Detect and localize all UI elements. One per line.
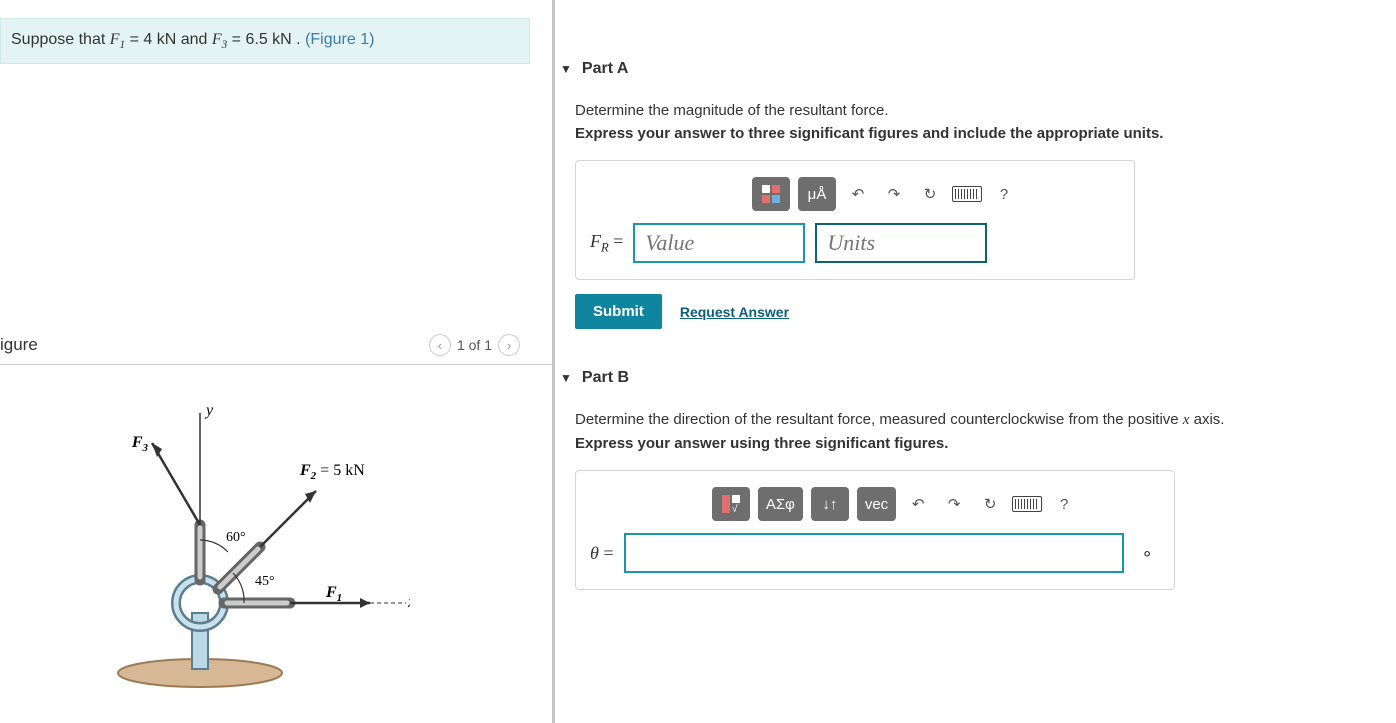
part-a-toolbar: μÅ ↶ ↷ ↻ ? — [650, 177, 1120, 211]
angle-45: 45° — [255, 574, 275, 589]
svg-text:√: √ — [732, 503, 738, 515]
figure-header: igure ‹ 1 of 1 › — [0, 334, 552, 365]
f2-label: F — [299, 462, 311, 479]
part-a-instruction: Determine the magnitude of the resultant… — [575, 102, 1386, 119]
redo-icon[interactable]: ↷ — [880, 177, 908, 211]
var-f1: F1 — [110, 31, 125, 48]
help-icon[interactable]: ? — [990, 177, 1018, 211]
vec-button[interactable]: vec — [857, 487, 896, 521]
templates-icon[interactable] — [752, 177, 790, 211]
text: = 4 kN — [125, 31, 176, 48]
text: . — [292, 31, 305, 48]
submit-button[interactable]: Submit — [575, 294, 662, 329]
text: Suppose that — [11, 31, 110, 48]
keyboard-icon[interactable] — [1012, 487, 1042, 521]
part-b-variable-label: θ = — [590, 543, 614, 564]
units-input[interactable] — [815, 223, 987, 263]
part-a-variable-label: FR = — [590, 231, 623, 256]
angle-60: 60° — [226, 530, 246, 545]
figure-link[interactable]: (Figure 1) — [305, 31, 374, 48]
part-a: ▼ Part A Determine the magnitude of the … — [575, 60, 1396, 329]
greek-button[interactable]: ΑΣφ — [758, 487, 803, 521]
keyboard-icon[interactable] — [952, 177, 982, 211]
part-b-header[interactable]: ▼ Part B — [560, 369, 1396, 395]
figure-image: y F3 F2 = 5 kN x — [0, 365, 552, 715]
right-column: ▼ Part A Determine the magnitude of the … — [555, 0, 1396, 723]
part-b: ▼ Part B Determine the direction of the … — [575, 369, 1396, 590]
figure-pager: ‹ 1 of 1 › — [429, 334, 520, 356]
problem-statement: Suppose that F1 = 4 kN and F3 = 6.5 kN .… — [0, 18, 530, 64]
axis-y-label: y — [204, 402, 214, 419]
degree-symbol: ∘ — [1142, 543, 1153, 564]
part-b-toolbar: √ ΑΣφ ↓↑ vec ↶ ↷ ↻ ? — [630, 487, 1160, 521]
value-input[interactable] — [633, 223, 805, 263]
redo-icon[interactable]: ↷ — [940, 487, 968, 521]
units-hint-button[interactable]: μÅ — [798, 177, 836, 211]
request-answer-link[interactable]: Request Answer — [680, 304, 789, 320]
figure-prev-button[interactable]: ‹ — [429, 334, 451, 356]
part-a-header[interactable]: ▼ Part A — [560, 60, 1396, 86]
undo-icon[interactable]: ↶ — [844, 177, 872, 211]
text: and — [176, 31, 212, 48]
part-a-title: Part A — [582, 60, 629, 78]
chevron-down-icon: ▼ — [560, 62, 572, 76]
reset-icon[interactable]: ↻ — [916, 177, 944, 211]
help-icon[interactable]: ? — [1050, 487, 1078, 521]
part-b-format: Express your answer using three signific… — [575, 435, 1386, 452]
var-f3: F3 — [212, 31, 227, 48]
subsup-button[interactable]: ↓↑ — [811, 487, 849, 521]
axis-x-label: x — [407, 594, 410, 611]
svg-text:F2 = 5 kN: F2 = 5 kN — [299, 462, 365, 482]
undo-icon[interactable]: ↶ — [904, 487, 932, 521]
figure-pager-text: 1 of 1 — [457, 337, 492, 353]
part-a-format: Express your answer to three significant… — [575, 125, 1386, 142]
part-a-answer-block: μÅ ↶ ↷ ↻ ? FR = — [575, 160, 1135, 280]
part-b-title: Part B — [582, 369, 629, 387]
f1-label: F — [325, 584, 337, 601]
figure-next-button[interactable]: › — [498, 334, 520, 356]
part-b-instruction: Determine the direction of the resultant… — [575, 411, 1386, 429]
reset-icon[interactable]: ↻ — [976, 487, 1004, 521]
svg-text:F1: F1 — [325, 584, 342, 604]
f3-label: F — [131, 434, 143, 451]
templates-icon[interactable]: √ — [712, 487, 750, 521]
chevron-down-icon: ▼ — [560, 371, 572, 385]
figure-title: igure — [0, 335, 38, 355]
left-column: Suppose that F1 = 4 kN and F3 = 6.5 kN .… — [0, 0, 555, 723]
part-b-answer-block: √ ΑΣφ ↓↑ vec ↶ ↷ ↻ ? θ = ∘ — [575, 470, 1175, 590]
text: = 6.5 kN — [227, 31, 291, 48]
theta-input[interactable] — [624, 533, 1124, 573]
svg-text:F3: F3 — [131, 434, 149, 454]
